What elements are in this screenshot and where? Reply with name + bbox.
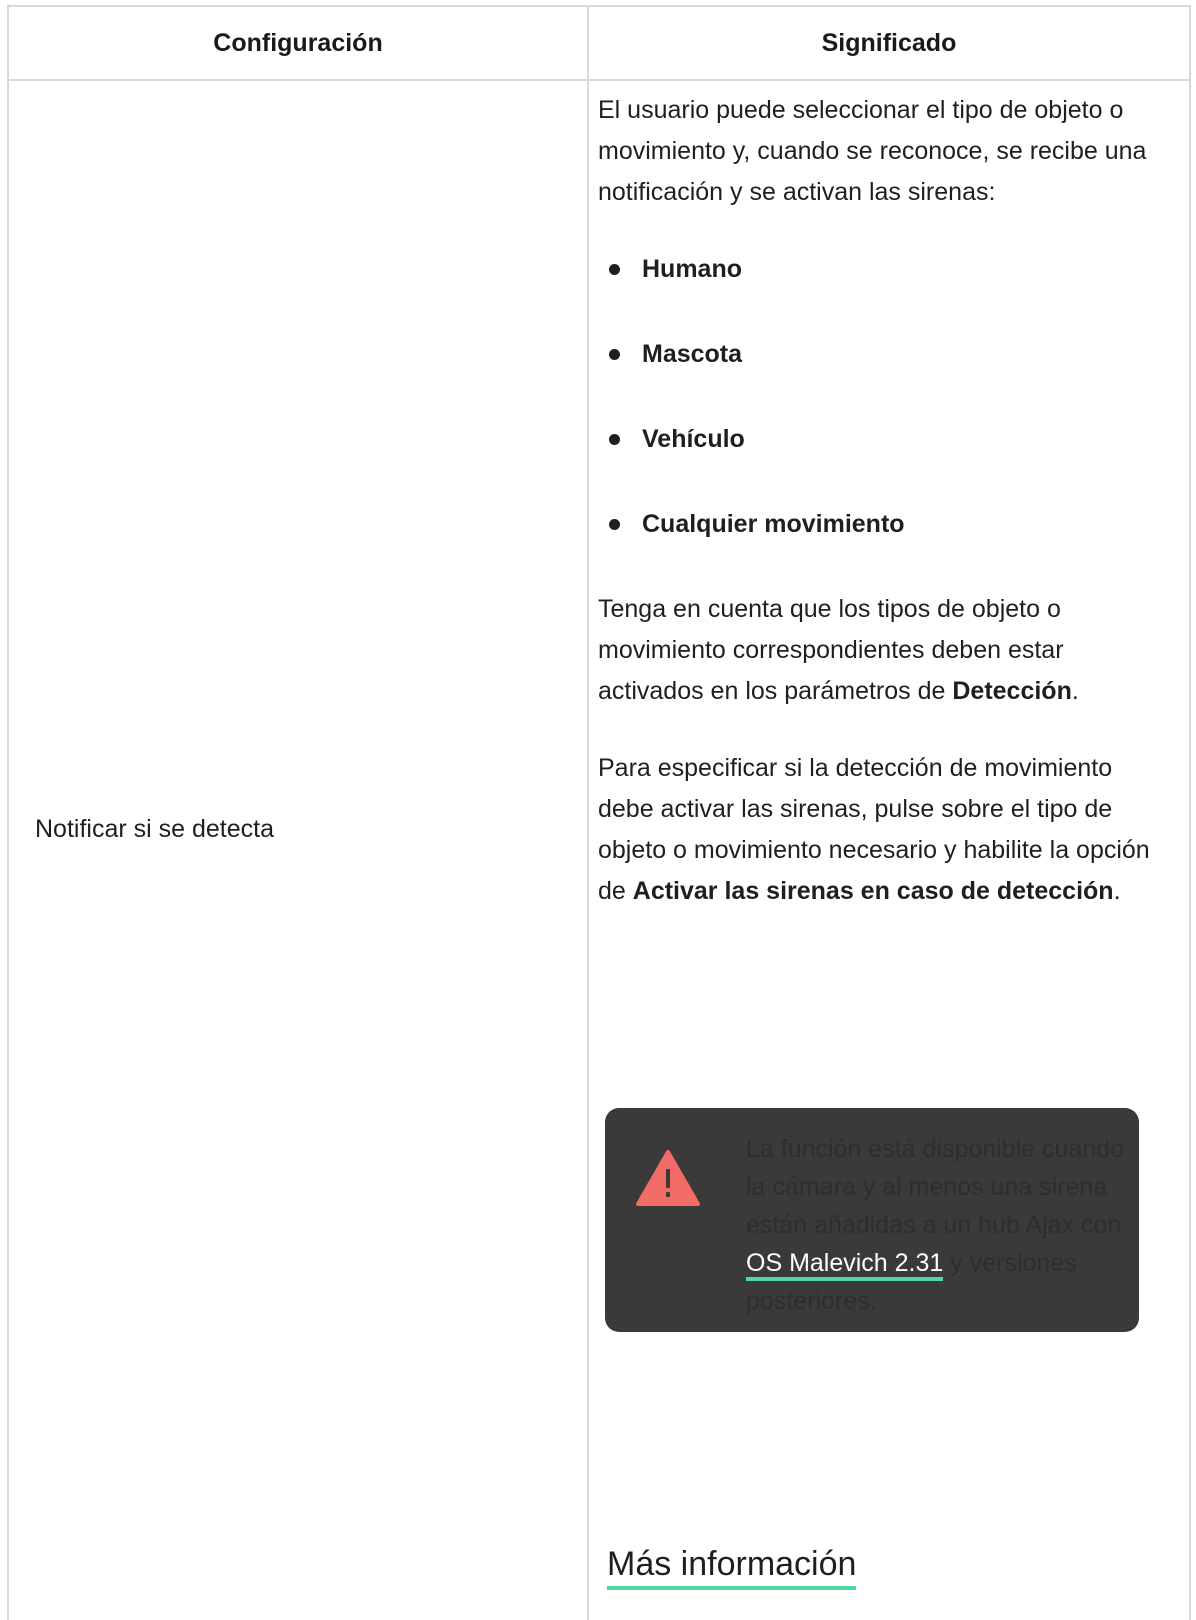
option-label: Humano [642,255,742,283]
os-malevich-link[interactable]: OS Malevich 2.31 [746,1249,944,1281]
meaning-cell: El usuario puede seleccionar el tipo de … [598,90,1158,912]
list-item: Mascota [598,334,1158,375]
note-end: . [1071,677,1079,705]
instruction-bold: Activar las sirenas en caso de detección [632,877,1114,905]
list-item: Cualquier movimiento [598,504,1158,545]
intro-text: El usuario puede seleccionar el tipo de … [598,96,1147,206]
note-bold: Detección [952,677,1072,705]
note-paragraph: Tenga en cuenta que los tipos de objeto … [598,589,1158,712]
option-label: Cualquier movimiento [642,510,905,538]
header-divider [9,79,1189,81]
bullet-icon [609,434,620,445]
header-setting: Configuración [213,29,383,57]
list-item: Vehículo [598,419,1158,460]
option-label: Mascota [642,340,743,368]
warning-callout: La función está disponible cuando la cám… [605,1108,1139,1332]
more-info-link[interactable]: Más información [607,1545,857,1590]
header-meaning: Significado [821,29,957,57]
setting-name: Notificar si se detecta [35,815,274,843]
bullet-icon [609,264,620,275]
option-label: Vehículo [642,425,745,453]
warning-body: La función está disponible cuando la cám… [746,1135,1125,1239]
options-list: Humano Mascota Vehículo Cualquier movimi… [598,249,1158,545]
warning-icon [636,1150,700,1206]
instruction-paragraph: Para especificar si la detección de movi… [598,748,1158,912]
bullet-icon [609,519,620,530]
column-divider [587,7,589,1620]
warning-text: La función está disponible cuando la cám… [746,1130,1126,1320]
bullet-icon [609,349,620,360]
list-item: Humano [598,249,1158,290]
instruction-end: . [1113,877,1121,905]
